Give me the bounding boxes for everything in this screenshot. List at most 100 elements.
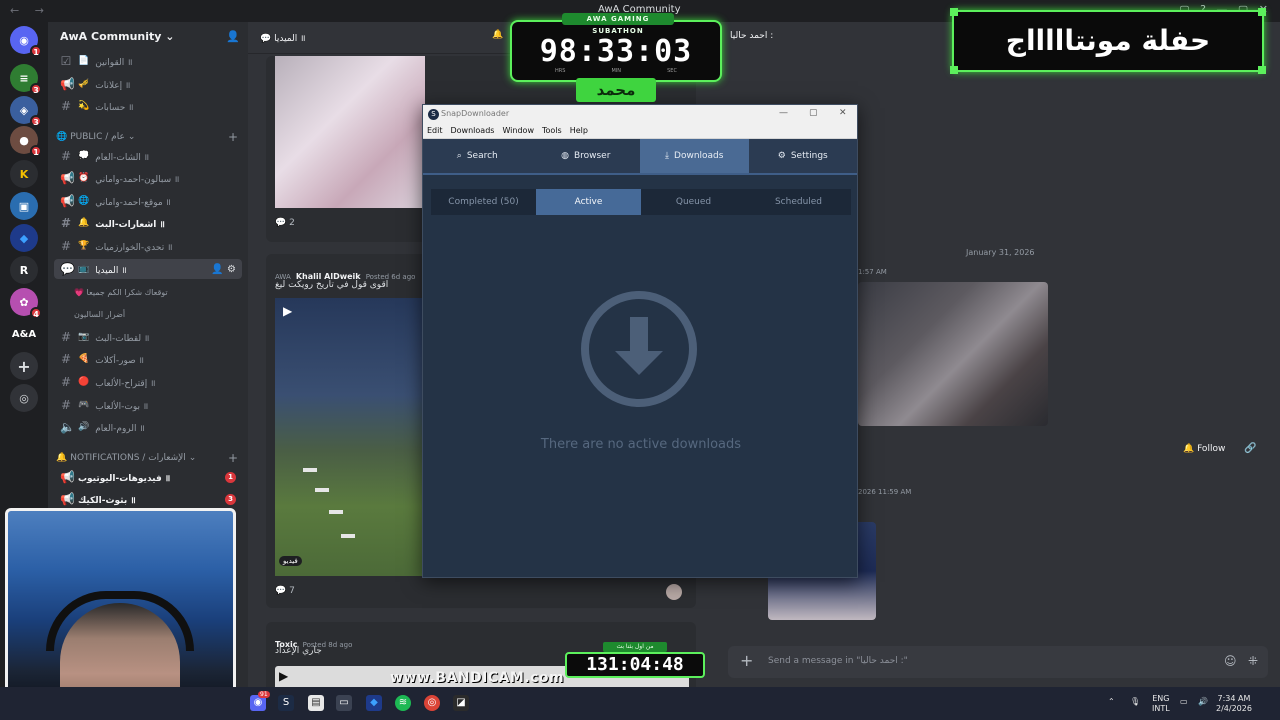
discord-home-icon[interactable]: ◉ 1 <box>10 26 42 57</box>
nav-arrows-icon[interactable]: ← → <box>10 4 50 17</box>
menu-tools[interactable]: Tools <box>542 126 562 137</box>
field-marking <box>341 534 355 538</box>
webcam-feed <box>5 508 236 714</box>
post-image[interactable] <box>275 56 425 208</box>
add-channel-icon[interactable]: + <box>228 130 238 144</box>
avatar[interactable] <box>666 584 682 600</box>
download-icon: ⤓ <box>665 151 670 161</box>
snap-titlebar: S SnapDownloader — ▢ ✕ <box>423 105 857 125</box>
server-header[interactable]: AwA Community ⌄ 👤 <box>48 22 248 54</box>
subtab-scheduled[interactable]: Scheduled <box>746 189 851 215</box>
tab-search[interactable]: ⌕ Search <box>423 139 532 173</box>
server-icon[interactable]: ≡ 3 <box>10 64 42 95</box>
mic-icon[interactable]: 🎙 <box>1130 697 1140 707</box>
play-icon[interactable]: ▶ <box>279 669 288 683</box>
emoji-icon[interactable]: ☺ <box>1224 654 1237 668</box>
spotify-taskbar-icon[interactable]: ≋ <box>395 695 411 711</box>
add-attachment-icon[interactable]: + <box>740 651 753 670</box>
tab-downloads[interactable]: ⤓ Downloads <box>640 139 749 173</box>
chevron-up-icon[interactable]: ⌃ <box>1108 697 1115 707</box>
channel-item[interactable]: 📢 فيديوهات-اليوتيوب ॥ 1 <box>54 467 242 487</box>
forum-icon: 💬 <box>60 262 75 276</box>
link-icon[interactable]: 🔗 <box>1244 443 1256 454</box>
server-icon[interactable]: ▣ <box>10 192 38 220</box>
file-taskbar-icon[interactable]: ▤ <box>308 695 324 711</box>
tab-browser[interactable]: ◍ Browser <box>532 139 641 173</box>
app-taskbar-icon[interactable]: ◆ <box>366 695 382 711</box>
message-input[interactable]: + Send a message in "احمد حاليا :" ☺ ⁜ <box>728 646 1268 678</box>
channel-item[interactable]: # 🏆 تحدي-الخوارزميات ॥ <box>54 236 242 256</box>
category-public[interactable]: 🌐 PUBLIC / عام ⌄ + <box>56 130 238 144</box>
menu-help[interactable]: Help <box>570 126 588 137</box>
channel-item[interactable]: 📢 بثوث-الكيك ॥ 3 <box>54 489 242 509</box>
minimize-icon[interactable]: — <box>779 108 788 118</box>
channel-accounts[interactable]: # 💫 حسابات ॥ <box>54 96 242 116</box>
snap-menubar: Edit Downloads Window Tools Help <box>423 125 857 139</box>
channel-item[interactable]: # 🎮 بوت-الألعاب ॥ <box>54 395 242 415</box>
message-placeholder: Send a message in "احمد حاليا :" <box>768 656 908 666</box>
megaphone-icon: 📢 <box>60 194 75 208</box>
apps-icon[interactable]: ⁜ <box>1248 654 1258 668</box>
maximize-icon[interactable]: ▢ <box>809 108 818 118</box>
message-time: 1:57 AM <box>858 268 887 276</box>
server-icon[interactable]: ◈ 3 <box>10 96 42 127</box>
menu-edit[interactable]: Edit <box>427 126 443 137</box>
category-notifications[interactable]: 🔔 NOTIFICATIONS / الإشعارات ⌄ + <box>56 451 238 465</box>
add-member-icon[interactable]: 👤 <box>226 30 240 43</box>
channel-emoji: 🎺 <box>78 79 90 89</box>
server-icon[interactable]: ● 1 <box>10 126 42 157</box>
clock[interactable]: 7:34 AM 2/4/2026 <box>1216 694 1252 714</box>
follow-button[interactable]: 🔔 Follow <box>1183 444 1225 454</box>
voice-channel-item[interactable]: 🔈 🔊 الروم-العام ॥ <box>54 417 242 437</box>
screen: ← → AwA Community ▢ ? — ▢ ✕ ◉1 ≡3 ◈3 ●1 … <box>0 0 1280 720</box>
close-icon[interactable]: ✕ <box>839 108 847 118</box>
bell-icon[interactable]: 🔔 <box>492 30 503 40</box>
channel-item[interactable]: 📢 🌐 موقع-احمد-واماني ॥ <box>54 191 242 211</box>
field-marking <box>329 510 343 514</box>
channel-item[interactable]: 📢 ⏰ سبالون-احمد-واماني ॥ <box>54 168 242 188</box>
thread-item[interactable]: 💗 توقعاك شكرا الكم جميعا <box>74 288 168 297</box>
network-icon[interactable]: ▭ <box>1180 697 1188 707</box>
subtab-queued[interactable]: Queued <box>641 189 746 215</box>
subtab-completed[interactable]: Completed (50) <box>431 189 536 215</box>
post-video[interactable]: ▶ فيديو <box>275 298 425 576</box>
discover-icon[interactable]: ◎ <box>10 384 38 412</box>
hash-icon: # <box>60 239 72 253</box>
volume-icon[interactable]: 🔊 <box>1198 697 1208 707</box>
add-server-icon[interactable]: + <box>10 352 38 380</box>
thread-item[interactable]: أضرار الساليون <box>74 310 125 319</box>
channel-item[interactable]: # 📷 لقطات-البث ॥ <box>54 327 242 347</box>
hash-icon: # <box>60 375 72 389</box>
menu-window[interactable]: Window <box>502 126 534 137</box>
channel-announcements[interactable]: 📢 🎺 إعلانات ॥ <box>54 74 242 94</box>
channel-emoji: 📄 <box>78 56 90 66</box>
server-icon[interactable]: ✿ 4 <box>10 288 42 319</box>
snap-tabs: ⌕ Search ◍ Browser ⤓ Downloads ⚙ Settings <box>423 139 857 175</box>
server-icon[interactable]: R <box>10 256 38 284</box>
channel-media-selected[interactable]: 💬 📺 الميديا ॥ 👤 ⚙ <box>54 259 242 279</box>
channel-rules[interactable]: ☑ 📄 القوانين ॥ <box>54 51 242 71</box>
channel-item[interactable]: # 💭 الشات-العام ॥ <box>54 146 242 166</box>
server-icon[interactable]: K <box>10 160 38 188</box>
message-image[interactable] <box>858 282 1048 426</box>
subtab-active[interactable]: Active <box>536 189 641 215</box>
tab-settings[interactable]: ⚙ Settings <box>749 139 858 173</box>
channel-item[interactable]: # 🍕 صور-أكلات ॥ <box>54 349 242 369</box>
field-marking <box>303 468 317 472</box>
app-taskbar-icon[interactable]: ◪ <box>453 695 469 711</box>
post-text: اقوى قول في تاريخ رويكت ليغ <box>275 280 389 290</box>
channel-item[interactable]: # 🔴 إقتراح-الألعاب ॥ <box>54 372 242 392</box>
menu-downloads[interactable]: Downloads <box>451 126 495 137</box>
post-text: جاري الإعداد <box>275 646 322 656</box>
settings-icon[interactable]: 👤 ⚙ <box>211 264 236 275</box>
server-icon[interactable]: A&A <box>10 320 38 348</box>
add-channel-icon[interactable]: + <box>228 451 238 465</box>
snapdownloader-taskbar-icon[interactable]: S <box>278 695 294 711</box>
app-taskbar-icon[interactable]: ▭ <box>336 695 352 711</box>
gear-icon: ⚙ <box>777 151 786 161</box>
chrome-taskbar-icon[interactable]: ◎ <box>424 695 440 711</box>
server-icon[interactable]: ◆ <box>10 224 38 252</box>
play-icon[interactable]: ▶ <box>283 304 292 318</box>
channel-item[interactable]: # 🔔 اشعارات-البث ॥ <box>54 213 242 233</box>
language-indicator[interactable]: ENG INTL <box>1152 694 1170 714</box>
